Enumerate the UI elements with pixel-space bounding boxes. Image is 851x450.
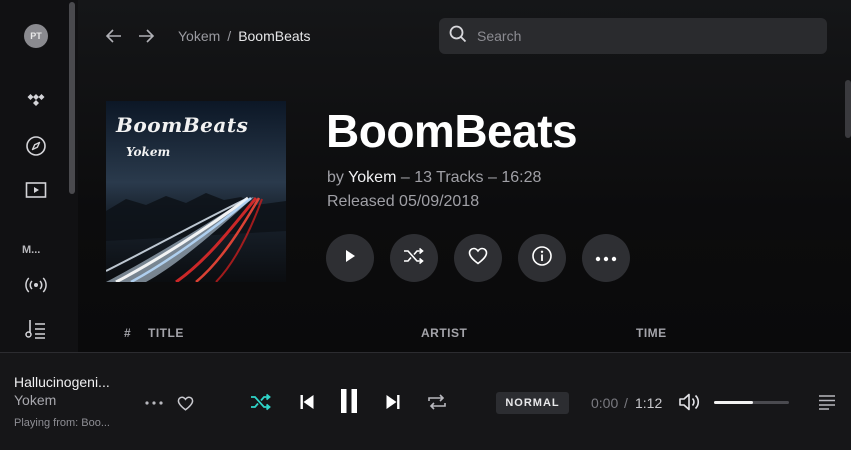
info-icon — [531, 245, 553, 272]
album-page: Yokem / BoomBeats Search BoomBeats Yokem… — [78, 0, 851, 352]
back-arrow-icon[interactable] — [104, 26, 124, 46]
video-icon[interactable] — [24, 178, 48, 202]
volume-icon[interactable] — [678, 391, 702, 413]
playlist-icon[interactable] — [24, 317, 48, 341]
next-track-icon[interactable] — [381, 390, 405, 414]
breadcrumb-current: BoomBeats — [238, 28, 311, 44]
sidebar: PT M... — [0, 0, 78, 352]
info-button[interactable] — [518, 234, 566, 282]
more-options-icon[interactable] — [144, 393, 164, 413]
main-scrollbar[interactable] — [845, 80, 851, 138]
favorite-button[interactable] — [454, 234, 502, 282]
by-label: by — [327, 169, 344, 186]
more-icon — [595, 249, 617, 267]
player-bar: Hallucinogeni... Yokem Playing from: Boo… — [0, 352, 851, 450]
time-separator: / — [624, 395, 628, 411]
queue-icon[interactable] — [816, 391, 838, 413]
shuffle-icon — [403, 247, 425, 270]
breadcrumb-separator: / — [227, 28, 232, 44]
search-icon — [449, 25, 467, 48]
play-icon — [343, 249, 357, 268]
forward-arrow-icon[interactable] — [136, 26, 156, 46]
album-details: – 13 Tracks – 16:28 — [400, 169, 542, 186]
search-input[interactable] — [477, 28, 797, 44]
volume-slider-fill — [714, 401, 753, 404]
column-header-artist[interactable]: ARTIST — [421, 326, 467, 340]
album-cover[interactable]: BoomBeats Yokem — [106, 101, 286, 282]
radio-icon[interactable] — [24, 273, 48, 297]
album-meta: by Yokem – 13 Tracks – 16:28 — [327, 169, 541, 187]
playing-from-source[interactable]: Playing from: Boo... — [14, 417, 110, 429]
column-header-time[interactable]: TIME — [636, 326, 667, 340]
now-playing-title[interactable]: Hallucinogeni... — [14, 374, 110, 390]
more-button[interactable] — [582, 234, 630, 282]
cover-artist-text: Yokem — [126, 145, 171, 159]
total-time: 1:12 — [635, 395, 663, 411]
artist-link[interactable]: Yokem — [348, 169, 396, 186]
cover-title-text: BoomBeats — [116, 113, 249, 137]
compass-icon[interactable] — [24, 134, 48, 158]
play-button[interactable] — [326, 234, 374, 282]
quality-badge[interactable]: NORMAL — [496, 392, 569, 414]
avatar[interactable]: PT — [24, 24, 48, 48]
column-header-number: # — [124, 326, 132, 340]
volume-slider[interactable] — [714, 401, 789, 404]
now-playing-artist[interactable]: Yokem — [14, 392, 56, 408]
release-date: Released 05/09/2018 — [327, 193, 480, 210]
sidebar-section-label: M... — [22, 244, 41, 256]
album-title: BoomBeats — [326, 105, 578, 157]
shuffle-button[interactable] — [390, 234, 438, 282]
sidebar-scrollbar[interactable] — [69, 2, 75, 194]
previous-track-icon[interactable] — [295, 390, 319, 414]
shuffle-toggle-icon[interactable] — [249, 390, 273, 414]
search-bar[interactable] — [439, 18, 827, 54]
heart-icon — [468, 247, 488, 270]
tidal-logo-icon[interactable] — [24, 90, 48, 114]
favorite-track-icon[interactable] — [175, 393, 195, 413]
column-header-title[interactable]: TITLE — [148, 326, 184, 340]
elapsed-time: 0:00 — [591, 395, 619, 411]
repeat-icon[interactable] — [425, 390, 449, 414]
pause-icon[interactable] — [336, 387, 362, 415]
breadcrumb-artist-link[interactable]: Yokem — [178, 28, 220, 44]
breadcrumb: Yokem / BoomBeats — [178, 28, 311, 44]
